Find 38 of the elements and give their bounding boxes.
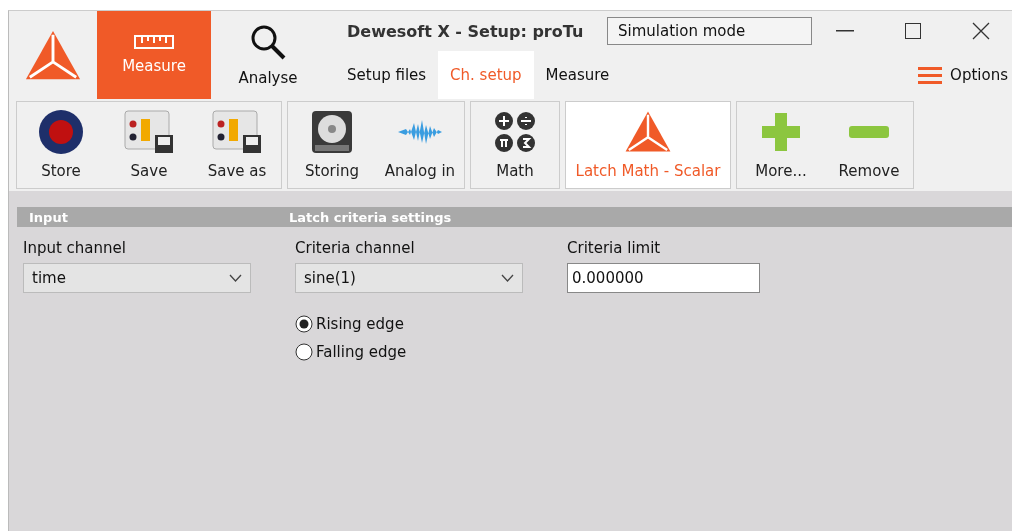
radio-button[interactable] — [295, 343, 313, 361]
toolbar-button[interactable]: More... — [737, 102, 825, 188]
math-icon — [493, 110, 537, 154]
nav-tab[interactable]: Measure — [533, 51, 622, 99]
mode-tab[interactable]: Analyse — [211, 11, 325, 99]
toolbar-button[interactable]: Math — [471, 102, 559, 188]
section-header: Input — [28, 209, 69, 225]
toolbar-button[interactable]: Save as — [193, 102, 281, 188]
device-save-icon — [211, 109, 263, 155]
caret-icon — [229, 274, 242, 282]
field-label: Input channel — [23, 239, 127, 257]
nav-tab[interactable]: Setup files — [335, 51, 439, 99]
toolbar-button[interactable]: Analog in — [376, 102, 464, 188]
tooltip: Simulation mode — [607, 17, 812, 45]
radio-label[interactable]: Rising edge — [316, 315, 404, 333]
radio-button[interactable] — [295, 315, 313, 333]
toolbar-button[interactable]: Remove — [825, 102, 913, 188]
toolbar-button[interactable]: Store — [17, 102, 105, 188]
criteria-channel-dropdown[interactable]: sine(1) — [295, 263, 523, 293]
window-title: Dewesoft X - Setup: proTu — [347, 21, 585, 41]
logo-icon — [624, 110, 672, 154]
input-channel-dropdown[interactable]: time — [23, 263, 251, 293]
toolbar-button[interactable]: Storing — [288, 102, 376, 188]
options-button[interactable]: Options — [918, 51, 1012, 99]
toolbar-button[interactable]: Save — [105, 102, 193, 188]
record-icon — [38, 109, 84, 155]
caret-icon — [501, 274, 514, 282]
radio-label[interactable]: Falling edge — [316, 343, 407, 361]
field-label: Criteria channel — [295, 239, 416, 257]
criteria-limit-field[interactable]: 0.000000 — [567, 263, 760, 293]
minus-icon — [848, 125, 890, 139]
menu-icon — [918, 66, 943, 84]
plus-icon — [760, 111, 802, 153]
field-label: Criteria limit — [567, 239, 662, 257]
section-header: Latch criteria settings — [289, 209, 452, 225]
device-save-icon — [123, 109, 175, 155]
search-icon — [249, 23, 287, 61]
ruler-icon — [134, 35, 174, 49]
